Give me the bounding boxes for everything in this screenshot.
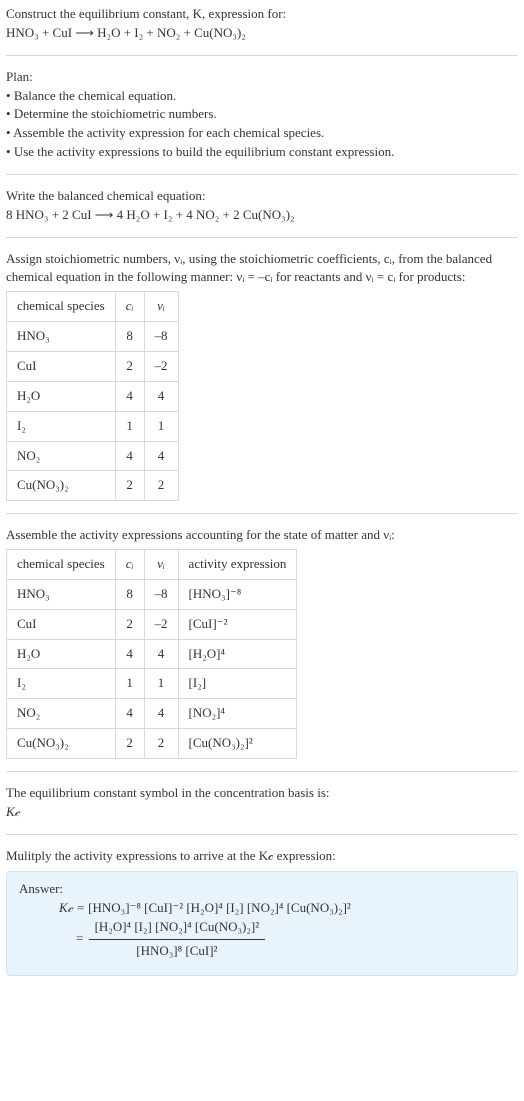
cell-vi: 1	[144, 411, 178, 441]
th-ci: cᵢ	[115, 292, 144, 322]
divider	[6, 834, 518, 835]
divider	[6, 55, 518, 56]
answer-box: Answer: K𝒸 = [HNO₃]⁻⁸ [CuI]⁻² [H₂O]⁴ [I₂…	[6, 871, 518, 975]
table-row: CuI 2 –2	[7, 351, 179, 381]
table-row: I₂ 1 1 [I₂]	[7, 669, 297, 699]
cell-vi: –8	[144, 322, 178, 352]
th-vi: νᵢ	[144, 292, 178, 322]
cell-ci: 4	[115, 639, 144, 669]
cell-ci: 2	[115, 471, 144, 501]
answer-rhs1: [HNO₃]⁻⁸ [CuI]⁻² [H₂O]⁴ [I₂] [NO₂]⁴ [Cu(…	[88, 900, 351, 915]
th-species: chemical species	[7, 292, 116, 322]
th-vi: νᵢ	[144, 550, 178, 580]
plan-item: • Determine the stoichiometric numbers.	[6, 105, 518, 124]
answer-label: Answer:	[19, 880, 505, 899]
cell-vi: 4	[144, 639, 178, 669]
cell-species: NO₂	[7, 699, 116, 729]
cell-activity: [I₂]	[178, 669, 297, 699]
cell-vi: 4	[144, 381, 178, 411]
table-row: I₂ 1 1	[7, 411, 179, 441]
balanced-heading: Write the balanced chemical equation:	[6, 187, 518, 206]
cell-vi: –2	[144, 351, 178, 381]
table-header-row: chemical species cᵢ νᵢ activity expressi…	[7, 550, 297, 580]
cell-species: HNO₃	[7, 322, 116, 352]
answer-line1: K𝒸 = [HNO₃]⁻⁸ [CuI]⁻² [H₂O]⁴ [I₂] [NO₂]⁴…	[19, 899, 505, 918]
balanced-equation: 8 HNO₃ + 2 CuI ⟶ 4 H₂O + I₂ + 4 NO₂ + 2 …	[6, 206, 518, 225]
answer-lhs: K𝒸 =	[59, 900, 88, 915]
table-row: NO₂ 4 4 [NO₂]⁴	[7, 699, 297, 729]
th-ci: cᵢ	[115, 550, 144, 580]
intro-line1: Construct the equilibrium constant, K, e…	[6, 5, 518, 24]
answer-numerator: [H₂O]⁴ [I₂] [NO₂]⁴ [Cu(NO₃)₂]²	[89, 918, 266, 940]
cell-species: I₂	[7, 669, 116, 699]
cell-ci: 4	[115, 441, 144, 471]
cell-species: HNO₃	[7, 579, 116, 609]
cell-ci: 2	[115, 729, 144, 759]
table-row: NO₂ 4 4	[7, 441, 179, 471]
symbol-kc: K𝒸	[6, 803, 518, 822]
divider	[6, 771, 518, 772]
cell-activity: [CuI]⁻²	[178, 609, 297, 639]
cell-ci: 4	[115, 381, 144, 411]
cell-vi: 1	[144, 669, 178, 699]
intro-equation: HNO₃ + CuI ⟶ H₂O + I₂ + NO₂ + Cu(NO₃)₂	[6, 24, 518, 43]
cell-species: Cu(NO₃)₂	[7, 729, 116, 759]
table-row: HNO₃ 8 –8	[7, 322, 179, 352]
cell-species: CuI	[7, 609, 116, 639]
activity-table: chemical species cᵢ νᵢ activity expressi…	[6, 549, 297, 759]
cell-species: H₂O	[7, 639, 116, 669]
cell-vi: –2	[144, 609, 178, 639]
plan-item: • Balance the chemical equation.	[6, 87, 518, 106]
answer-eq: =	[76, 930, 87, 945]
divider	[6, 237, 518, 238]
cell-activity: [HNO₃]⁻⁸	[178, 579, 297, 609]
cell-ci: 8	[115, 322, 144, 352]
cell-ci: 2	[115, 609, 144, 639]
th-activity: activity expression	[178, 550, 297, 580]
assemble-text: Assemble the activity expressions accoun…	[6, 526, 518, 545]
plan-heading: Plan:	[6, 68, 518, 87]
cell-vi: –8	[144, 579, 178, 609]
answer-denominator: [HNO₃]⁸ [CuI]²	[89, 940, 266, 961]
plan-item-text: Balance the chemical equation.	[14, 88, 176, 103]
cell-vi: 4	[144, 441, 178, 471]
cell-ci: 4	[115, 699, 144, 729]
plan-item-text: Use the activity expressions to build th…	[14, 144, 395, 159]
cell-ci: 8	[115, 579, 144, 609]
answer-fraction: [H₂O]⁴ [I₂] [NO₂]⁴ [Cu(NO₃)₂]² [HNO₃]⁸ […	[89, 918, 266, 961]
symbol-line1: The equilibrium constant symbol in the c…	[6, 784, 518, 803]
table-row: Cu(NO₃)₂ 2 2 [Cu(NO₃)₂]²	[7, 729, 297, 759]
table-row: Cu(NO₃)₂ 2 2	[7, 471, 179, 501]
plan-item: • Use the activity expressions to build …	[6, 143, 518, 162]
plan-item-text: Determine the stoichiometric numbers.	[14, 106, 217, 121]
plan-item-text: Assemble the activity expression for eac…	[13, 125, 324, 140]
plan-item: • Assemble the activity expression for e…	[6, 124, 518, 143]
table-header-row: chemical species cᵢ νᵢ	[7, 292, 179, 322]
cell-ci: 2	[115, 351, 144, 381]
cell-species: Cu(NO₃)₂	[7, 471, 116, 501]
th-species: chemical species	[7, 550, 116, 580]
divider	[6, 513, 518, 514]
cell-species: NO₂	[7, 441, 116, 471]
table-row: H₂O 4 4	[7, 381, 179, 411]
cell-vi: 2	[144, 471, 178, 501]
cell-species: H₂O	[7, 381, 116, 411]
divider	[6, 174, 518, 175]
answer-line2: = [H₂O]⁴ [I₂] [NO₂]⁴ [Cu(NO₃)₂]² [HNO₃]⁸…	[19, 918, 505, 961]
cell-vi: 4	[144, 699, 178, 729]
assign-text: Assign stoichiometric numbers, νᵢ, using…	[6, 250, 518, 288]
table-row: HNO₃ 8 –8 [HNO₃]⁻⁸	[7, 579, 297, 609]
cell-vi: 2	[144, 729, 178, 759]
table-row: CuI 2 –2 [CuI]⁻²	[7, 609, 297, 639]
cell-activity: [NO₂]⁴	[178, 699, 297, 729]
cell-species: CuI	[7, 351, 116, 381]
cell-ci: 1	[115, 669, 144, 699]
cell-ci: 1	[115, 411, 144, 441]
cell-activity: [H₂O]⁴	[178, 639, 297, 669]
table-row: H₂O 4 4 [H₂O]⁴	[7, 639, 297, 669]
cell-activity: [Cu(NO₃)₂]²	[178, 729, 297, 759]
stoich-table: chemical species cᵢ νᵢ HNO₃ 8 –8 CuI 2 –…	[6, 291, 179, 501]
cell-species: I₂	[7, 411, 116, 441]
multiply-text: Mulitply the activity expressions to arr…	[6, 847, 518, 866]
